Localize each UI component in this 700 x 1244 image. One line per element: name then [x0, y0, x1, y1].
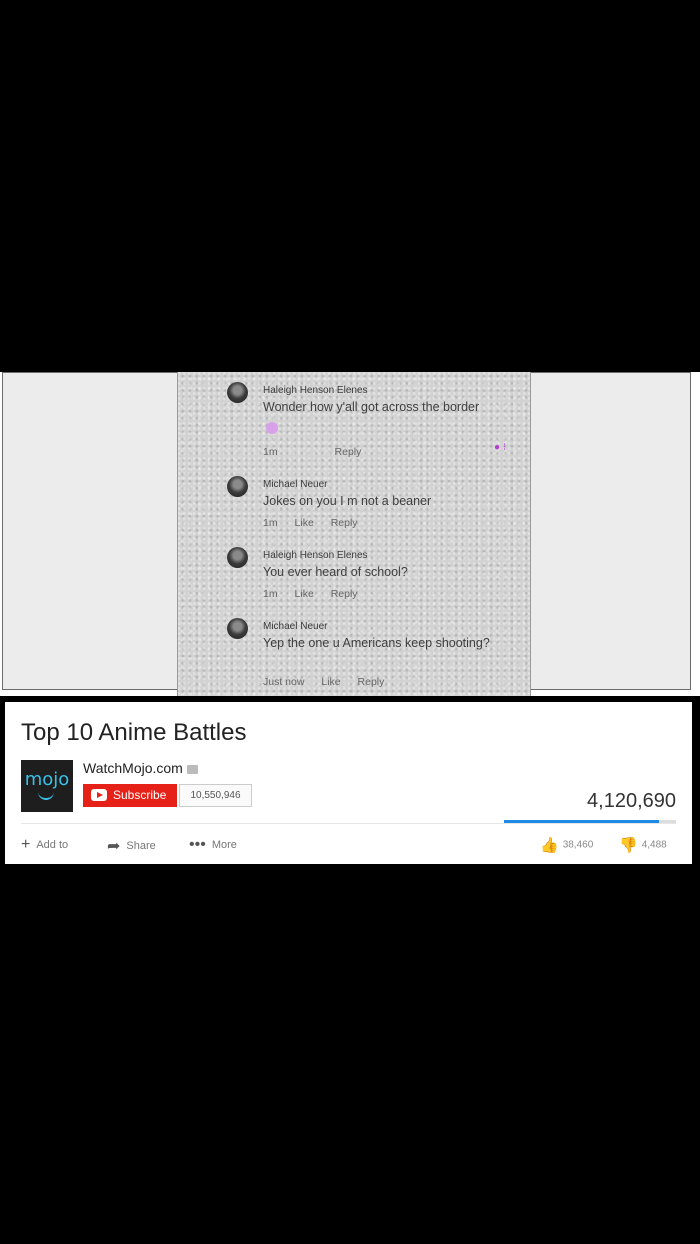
smile-icon: [38, 790, 54, 800]
divider: [21, 823, 676, 824]
comment-text: Jokes on you I m not a beaner: [263, 494, 432, 508]
dislike-button[interactable]: 👎 4,488: [619, 836, 667, 854]
more-icon: •••: [189, 836, 206, 853]
like-link[interactable]: Like: [295, 517, 314, 529]
share-label: Share: [126, 839, 156, 852]
subscribe-button[interactable]: Subscribe: [83, 784, 177, 807]
comment-author: Haleigh Henson Elenes: [263, 385, 368, 396]
comment-meta: Just now Like Reply: [263, 676, 398, 688]
add-to-label: Add to: [36, 838, 69, 851]
verified-icon: [186, 764, 198, 774]
avatar: [227, 382, 248, 403]
channel-name-text: WatchMojo.com: [83, 760, 183, 776]
comment-time: 1m: [263, 446, 278, 458]
share-icon: ➦: [107, 838, 121, 855]
reply-link[interactable]: Reply: [331, 588, 358, 600]
more-label: More: [211, 838, 237, 851]
like-count: 38,460: [562, 839, 594, 851]
reply-link[interactable]: Reply: [358, 676, 385, 688]
comment-time: 1m: [263, 588, 278, 600]
add-to-button[interactable]: + Add to: [21, 836, 68, 854]
reply-link[interactable]: Reply: [335, 446, 362, 458]
avatar: [227, 547, 248, 568]
avatar: [227, 476, 248, 497]
comment-screenshot: Haleigh Henson Elenes Wonder how y'all g…: [177, 372, 531, 696]
comment-author: Michael Neuer: [263, 479, 328, 490]
subscribe-label: Subscribe: [113, 788, 167, 802]
comment-meta: 1m Reply: [263, 446, 375, 458]
comment-meta: 1m Like Reply: [263, 517, 372, 529]
comment-text: Yep the one u Americans keep shooting?: [263, 636, 490, 650]
emoji-icon: [266, 422, 278, 434]
subscriber-count: 10,550,946: [179, 784, 252, 807]
video-title: Top 10 Anime Battles: [21, 719, 247, 746]
youtube-play-icon: [91, 789, 107, 801]
like-link[interactable]: Like: [295, 588, 314, 600]
channel-name[interactable]: WatchMojo.com: [83, 760, 198, 776]
channel-logo[interactable]: mojo: [21, 760, 73, 812]
more-button[interactable]: ••• More: [189, 836, 237, 854]
plus-icon: +: [21, 836, 31, 853]
reaction-icon: ● ⁝: [494, 442, 506, 453]
avatar: [227, 618, 248, 639]
logo-text: mojo: [24, 769, 70, 790]
view-count: 4,120,690: [587, 790, 676, 812]
like-button[interactable]: 👍 38,460: [540, 836, 593, 854]
thumbs-up-icon: 👍: [540, 837, 559, 854]
comment-meta: 1m Like Reply: [263, 588, 372, 600]
thumbs-down-icon: 👎: [619, 837, 638, 854]
share-button[interactable]: ➦ Share: [107, 836, 156, 856]
comment-time: Just now: [263, 676, 305, 688]
video-player-area[interactable]: Haleigh Henson Elenes Wonder how y'all g…: [0, 372, 700, 696]
comment-text: You ever heard of school?: [263, 565, 408, 579]
comment-author: Haleigh Henson Elenes: [263, 550, 368, 561]
reply-link[interactable]: Reply: [331, 517, 358, 529]
comment-time: 1m: [263, 517, 278, 529]
comment-author: Michael Neuer: [263, 621, 328, 632]
dislike-count: 4,488: [641, 839, 667, 851]
video-info-card: Top 10 Anime Battles mojo WatchMojo.com …: [5, 702, 692, 864]
like-link[interactable]: Like: [321, 676, 340, 688]
comment-text: Wonder how y'all got across the border: [263, 400, 480, 414]
